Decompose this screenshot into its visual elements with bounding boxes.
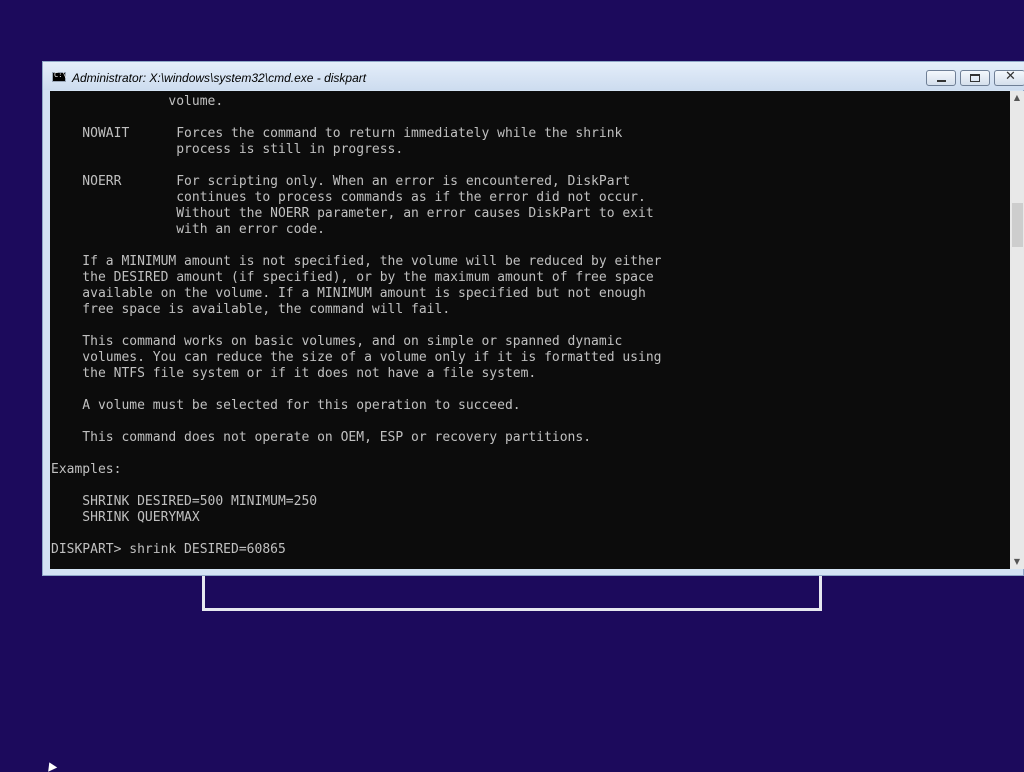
console-line: DISKPART> shrink DESIRED=60865 — [51, 542, 286, 557]
console-line: Without the NOERR parameter, an error ca… — [51, 206, 654, 221]
console-output[interactable]: volume. NOWAIT Forces the command to ret… — [50, 91, 1010, 569]
console-line: A volume must be selected for this opera… — [51, 398, 521, 413]
maximize-button[interactable] — [960, 70, 990, 86]
console-line: the DESIRED amount (if specified), or by… — [51, 270, 654, 285]
console-line: process is still in progress. — [51, 142, 404, 157]
cmd-window[interactable]: C:\ Administrator: X:\windows\system32\c… — [42, 61, 1024, 576]
console-line: available on the volume. If a MINIMUM am… — [51, 286, 646, 301]
scroll-down-icon[interactable]: ▼ — [1010, 555, 1024, 569]
minimize-button[interactable] — [926, 70, 956, 86]
close-button[interactable]: ✕ — [994, 69, 1024, 86]
minimize-icon — [937, 80, 946, 82]
cmd-icon-label: C:\ — [54, 71, 67, 79]
title-bar[interactable]: C:\ Administrator: X:\windows\system32\c… — [43, 62, 1024, 90]
console-line: SHRINK DESIRED=500 MINIMUM=250 — [51, 494, 318, 509]
close-icon: ✕ — [1005, 69, 1016, 84]
scrollbar-thumb[interactable] — [1012, 203, 1023, 247]
window-title: Administrator: X:\windows\system32\cmd.e… — [72, 71, 367, 85]
mouse-pointer-icon — [44, 760, 58, 772]
console-line: If a MINIMUM amount is not specified, th… — [51, 254, 662, 269]
cmd-icon: C:\ — [52, 71, 67, 82]
console-line: Examples: — [51, 462, 122, 477]
console-text: volume. NOWAIT Forces the command to ret… — [50, 91, 1010, 558]
console-line: volume. — [51, 94, 224, 109]
scroll-up-icon[interactable]: ▲ — [1010, 91, 1024, 105]
console-line: NOERR For scripting only. When an error … — [51, 174, 631, 189]
vertical-scrollbar[interactable]: ▲ ▼ — [1010, 91, 1024, 569]
console-line: volumes. You can reduce the size of a vo… — [51, 350, 662, 365]
console-line: continues to process commands as if the … — [51, 190, 646, 205]
console-line: SHRINK QUERYMAX — [51, 510, 200, 525]
console-line: the NTFS file system or if it does not h… — [51, 366, 537, 381]
desktop-background: C:\ Administrator: X:\windows\system32\c… — [0, 0, 1024, 772]
console-line: free space is available, the command wil… — [51, 302, 451, 317]
console-line: This command works on basic volumes, and… — [51, 334, 623, 349]
console-line: This command does not operate on OEM, ES… — [51, 430, 592, 445]
console-line: with an error code. — [51, 222, 325, 237]
console-line: NOWAIT Forces the command to return imme… — [51, 126, 623, 141]
maximize-icon — [970, 74, 980, 82]
